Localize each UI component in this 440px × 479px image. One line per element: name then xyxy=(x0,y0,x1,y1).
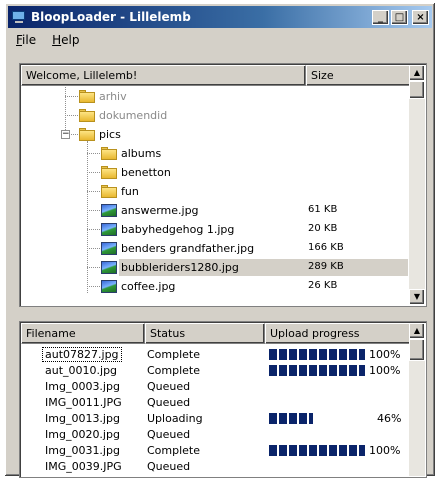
tree-item-label: babyhedgehog 1.jpg xyxy=(121,223,235,236)
upload-row[interactable]: IMG_0011.JPG Queued xyxy=(21,394,408,410)
menu-bar: File Help xyxy=(8,30,432,50)
upload-row[interactable]: Img_0013.jpg Uploading 46% xyxy=(21,410,408,426)
tree-item[interactable]: coffee.jpg 26 KB xyxy=(21,277,408,296)
minimize-button[interactable]: _ xyxy=(372,9,389,25)
upload-row[interactable]: aut_0010.jpg Complete 100% xyxy=(21,362,408,378)
tree-item[interactable]: benders grandfather.jpg 166 KB xyxy=(21,239,408,258)
scroll-down-icon[interactable]: ▼ xyxy=(409,289,425,305)
app-window: BloopLoader - Lillelemb _ □ × File Help … xyxy=(4,2,436,478)
tree-scrollbar[interactable]: ▲ ▼ xyxy=(409,65,425,305)
upload-filename: Img_0031.jpg xyxy=(45,444,120,457)
tree-item-size: 289 KB xyxy=(308,261,344,272)
image-file-icon xyxy=(101,280,117,293)
tree-header-size[interactable]: Size xyxy=(306,65,411,86)
upload-row[interactable]: Img_0020.jpg Queued xyxy=(21,426,408,442)
tree-item[interactable]: − pics xyxy=(21,125,408,144)
folder-icon xyxy=(79,128,95,141)
scroll-up-icon[interactable]: ▲ xyxy=(409,65,425,81)
folder-icon xyxy=(79,109,95,122)
maximize-button[interactable]: □ xyxy=(391,9,408,25)
tree-item-label: pics xyxy=(99,128,121,141)
tree-item-label: arhiv xyxy=(99,90,127,103)
list-header-filename[interactable]: Filename xyxy=(21,323,145,344)
upload-progress-bar xyxy=(269,349,365,360)
scroll-up-icon[interactable]: ▲ xyxy=(409,323,425,339)
upload-filename: Img_0013.jpg xyxy=(45,412,120,425)
upload-filename: Img_0003.jpg xyxy=(45,380,120,393)
tree-item-label: dokumendid xyxy=(99,109,168,122)
folder-icon xyxy=(79,90,95,103)
tree-item-label: bubbleriders1280.jpg xyxy=(121,261,239,274)
upload-status: Uploading xyxy=(147,412,203,425)
tree-item-size: 26 KB xyxy=(308,280,338,291)
tree-item[interactable]: bubbleriders1280.jpg 289 KB xyxy=(21,258,408,277)
tree-item-size: 61 KB xyxy=(308,204,338,215)
upload-progress-percent: 100% xyxy=(369,444,401,457)
upload-filename: aut07827.jpg xyxy=(42,347,122,362)
upload-row[interactable]: IMG_0039.JPG Queued xyxy=(21,458,408,474)
upload-filename: IMG_0011.JPG xyxy=(45,396,122,409)
close-button[interactable]: × xyxy=(412,9,429,25)
image-file-icon xyxy=(101,204,117,217)
upload-status: Queued xyxy=(147,380,191,393)
menu-file[interactable]: File xyxy=(8,33,44,47)
tree-item-label: coffee.jpg xyxy=(121,280,176,293)
upload-list: aut07827.jpg Complete 100% aut_0010.jpg Comp… xyxy=(21,345,408,476)
upload-filename: Img_0020.jpg xyxy=(45,428,120,441)
tree-item-label: answerme.jpg xyxy=(121,204,199,217)
tree-item[interactable]: babyhedgehog 1.jpg 20 KB xyxy=(21,220,408,239)
upload-progress-bar xyxy=(269,445,365,456)
upload-status: Queued xyxy=(147,460,191,473)
file-tree-panel: Welcome, Lillelemb! Size arhiv dokumendid… xyxy=(19,63,427,307)
menu-help[interactable]: Help xyxy=(44,33,87,47)
upload-row[interactable]: aut07827.jpg Complete 100% xyxy=(21,346,408,362)
image-file-icon xyxy=(101,223,117,236)
upload-progress-percent: 46% xyxy=(377,412,402,425)
upload-status: Queued xyxy=(147,396,191,409)
tree-item-label: fun xyxy=(121,185,139,198)
tree-item[interactable]: fun xyxy=(21,182,408,201)
scroll-thumb[interactable] xyxy=(409,81,425,99)
upload-progress-bar xyxy=(269,365,365,376)
tree-item-label: benders grandfather.jpg xyxy=(121,242,255,255)
upload-progress-percent: 100% xyxy=(369,348,401,361)
upload-status: Queued xyxy=(147,428,191,441)
scroll-thumb[interactable] xyxy=(409,339,425,361)
tree-item[interactable]: benetton xyxy=(21,163,408,182)
tree-item[interactable]: dokumendid xyxy=(21,106,408,125)
tree-item-label: albums xyxy=(121,147,162,160)
folder-icon xyxy=(101,147,117,160)
list-header-status[interactable]: Status xyxy=(145,323,265,344)
tree-header-name[interactable]: Welcome, Lillelemb! xyxy=(21,65,306,86)
upload-progress-bar xyxy=(269,413,365,424)
window-title: BloopLoader - Lillelemb xyxy=(31,10,191,24)
file-tree: arhiv dokumendid − pics albums benetton fun ans… xyxy=(21,87,408,305)
list-scrollbar[interactable]: ▲ xyxy=(409,323,425,476)
upload-row[interactable]: Img_0031.jpg Complete 100% xyxy=(21,442,408,458)
upload-status: Complete xyxy=(147,348,201,361)
tree-item[interactable]: albums xyxy=(21,144,408,163)
title-bar[interactable]: BloopLoader - Lillelemb _ □ × xyxy=(8,6,432,28)
upload-progress-percent: 100% xyxy=(369,364,401,377)
list-header-progress[interactable]: Upload progress xyxy=(265,323,411,344)
folder-icon xyxy=(101,166,117,179)
tree-item-size: 20 KB xyxy=(308,223,338,234)
upload-filename: IMG_0039.JPG xyxy=(45,460,122,473)
upload-list-panel: Filename Status Upload progress aut07827… xyxy=(19,321,427,478)
monitor-icon xyxy=(11,9,27,25)
tree-item-label: benetton xyxy=(121,166,171,179)
tree-item-size: 166 KB xyxy=(308,242,344,253)
upload-status: Complete xyxy=(147,444,201,457)
upload-row[interactable]: Img_0003.jpg Queued xyxy=(21,378,408,394)
expand-collapse-icon[interactable]: − xyxy=(61,130,70,139)
folder-icon xyxy=(101,185,117,198)
image-file-icon xyxy=(101,242,117,255)
tree-item[interactable]: answerme.jpg 61 KB xyxy=(21,201,408,220)
image-file-icon xyxy=(101,261,117,274)
upload-filename: aut_0010.jpg xyxy=(45,364,118,377)
upload-status: Complete xyxy=(147,364,201,377)
tree-item[interactable]: arhiv xyxy=(21,87,408,106)
